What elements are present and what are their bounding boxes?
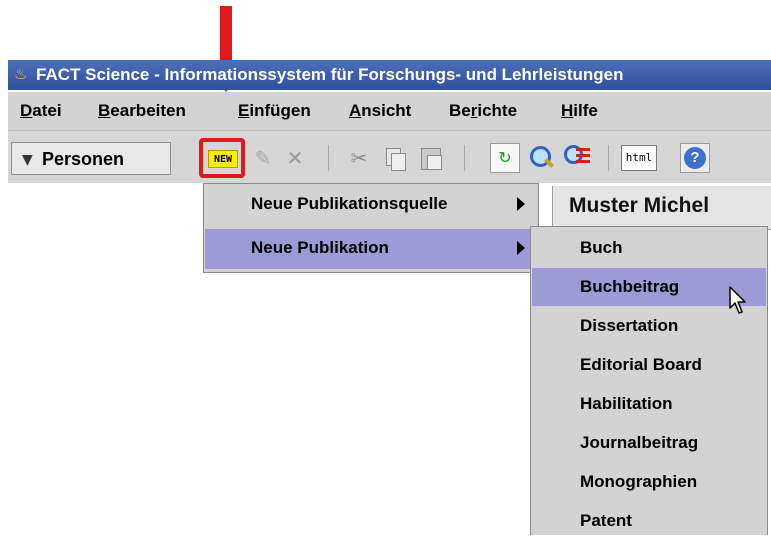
submenu-arrow-icon — [517, 197, 525, 211]
menu-einfuegen[interactable]: Einfügen — [238, 101, 311, 121]
menu-bar: Datei Bearbeiten Einfügen Ansicht Berich… — [8, 92, 771, 131]
submenu-item-label: Dissertation — [580, 316, 679, 335]
submenu-item-editorial-board[interactable]: Editorial Board — [532, 346, 766, 384]
submenu-item-label: Habilitation — [580, 394, 673, 413]
window-title: FACT Science - Informationssystem für Fo… — [36, 65, 624, 84]
cut-icon[interactable]: ✂ — [344, 143, 374, 173]
submenu-item-label: Patent — [580, 511, 632, 530]
paste-icon[interactable] — [416, 143, 446, 173]
person-name: Muster Michel — [569, 194, 710, 217]
menu-bearbeiten[interactable]: Bearbeiten — [98, 101, 186, 121]
mouse-cursor-icon — [729, 286, 746, 314]
html-icon-label: html — [625, 151, 653, 164]
menu-item-neue-publikation[interactable]: Neue Publikation — [205, 229, 537, 269]
menu-hilfe[interactable]: Hilfe — [561, 101, 598, 121]
toolbar-separator — [464, 145, 465, 171]
submenu-item-buch[interactable]: Buch — [532, 229, 766, 267]
menu-ansicht[interactable]: Ansicht — [349, 101, 411, 121]
module-selector-button[interactable]: ▼ Personen — [11, 142, 171, 175]
annotation-arrow-shaft — [220, 6, 232, 68]
submenu-item-habilitation[interactable]: Habilitation — [532, 385, 766, 423]
menu-item-neue-publikationsquelle[interactable]: Neue Publikationsquelle — [205, 185, 537, 225]
search-icon[interactable] — [526, 143, 556, 173]
submenu-item-label: Monographien — [580, 472, 698, 491]
java-app-icon: ♨ — [14, 65, 28, 83]
triangle-down-icon: ▼ — [22, 152, 33, 168]
copy-icon[interactable] — [380, 143, 410, 173]
submenu-arrow-icon — [517, 241, 525, 255]
help-icon[interactable]: ? — [680, 143, 710, 173]
menu-datei[interactable]: Datei — [20, 101, 62, 121]
submenu-item-label: Buchbeitrag — [580, 277, 680, 296]
new-icon: NEW — [208, 150, 238, 168]
html-icon[interactable]: html — [621, 145, 657, 171]
new-button-highlight[interactable]: NEW — [199, 138, 245, 178]
toolbar-separator — [608, 145, 609, 171]
submenu-item-journalbeitrag[interactable]: Journalbeitrag — [532, 424, 766, 462]
search-list-icon[interactable] — [562, 143, 592, 173]
new-menu-popup: Neue Publikationsquelle Neue Publikation — [203, 183, 539, 273]
submenu-item-monographien[interactable]: Monographien — [532, 463, 766, 501]
submenu-item-label: Journalbeitrag — [580, 433, 699, 452]
submenu-item-patent[interactable]: Patent — [532, 502, 766, 540]
person-header: Muster Michel — [552, 186, 771, 230]
edit-icon[interactable]: ✎ — [248, 143, 278, 173]
module-selector-label: Personen — [42, 149, 125, 169]
publication-type-submenu: Buch Buchbeitrag Dissertation Editorial … — [530, 226, 768, 535]
submenu-item-label: Editorial Board — [580, 355, 702, 374]
refresh-icon[interactable]: ↻ — [490, 143, 520, 173]
menu-berichte[interactable]: Berichte — [449, 101, 517, 121]
toolbar-separator — [328, 145, 329, 171]
submenu-item-label: Buch — [580, 238, 623, 257]
delete-icon[interactable]: ✕ — [280, 143, 310, 173]
menu-item-label: Neue Publikation — [251, 238, 389, 257]
menu-item-label: Neue Publikationsquelle — [251, 194, 448, 213]
toolbar: ▼ Personen NEW ✎ ✕ ✂ ↻ html ? — [8, 131, 771, 183]
window-title-bar[interactable]: ♨ FACT Science - Informationssystem für … — [8, 60, 771, 90]
